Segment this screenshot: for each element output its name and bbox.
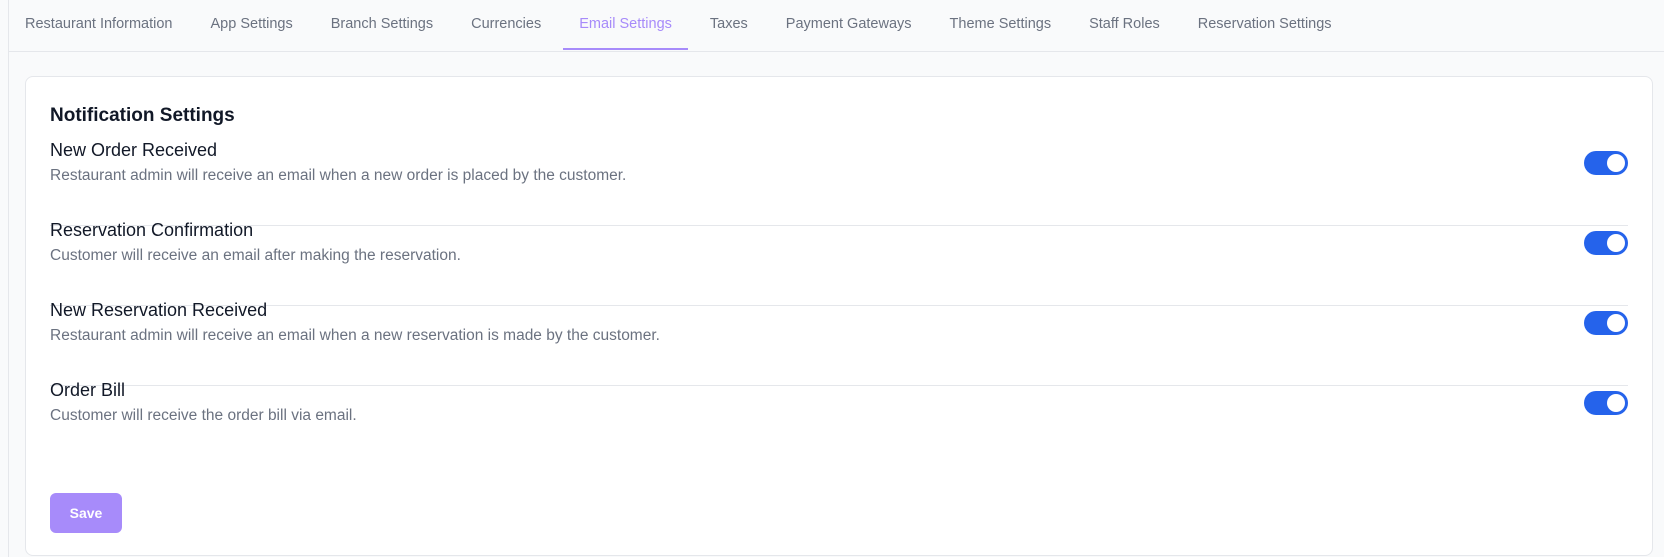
tab-reservation-settings[interactable]: Reservation Settings bbox=[1182, 0, 1348, 50]
setting-description: Customer will receive an email after mak… bbox=[50, 247, 461, 264]
toggle-knob bbox=[1607, 394, 1625, 412]
tab-restaurant-information[interactable]: Restaurant Information bbox=[9, 0, 189, 50]
setting-new-reservation-received: New Reservation Received Restaurant admi… bbox=[50, 300, 1628, 386]
tab-payment-gateways[interactable]: Payment Gateways bbox=[770, 0, 928, 50]
setting-description: Customer will receive the order bill via… bbox=[50, 407, 357, 424]
setting-title: Reservation Confirmation bbox=[50, 220, 254, 240]
new-order-received-toggle[interactable] bbox=[1584, 151, 1628, 175]
notification-settings-card: Notification Settings New Order Received… bbox=[25, 76, 1653, 556]
toggle-knob bbox=[1607, 154, 1625, 172]
tab-taxes[interactable]: Taxes bbox=[694, 0, 764, 50]
setting-description: Restaurant admin will receive an email w… bbox=[50, 167, 627, 184]
setting-title: New Reservation Received bbox=[50, 300, 268, 320]
toggle-knob bbox=[1607, 234, 1625, 252]
tab-staff-roles[interactable]: Staff Roles bbox=[1073, 0, 1176, 50]
setting-title: New Order Received bbox=[50, 140, 218, 160]
setting-title: Order Bill bbox=[50, 380, 126, 400]
setting-new-order-received: New Order Received Restaurant admin will… bbox=[50, 140, 1628, 226]
tab-email-settings[interactable]: Email Settings bbox=[563, 0, 688, 50]
tab-currencies[interactable]: Currencies bbox=[455, 0, 557, 50]
toggle-knob bbox=[1607, 314, 1625, 332]
reservation-confirmation-toggle[interactable] bbox=[1584, 231, 1628, 255]
setting-description: Restaurant admin will receive an email w… bbox=[50, 327, 660, 344]
tab-branch-settings[interactable]: Branch Settings bbox=[315, 0, 449, 50]
save-button[interactable]: Save bbox=[50, 493, 122, 533]
setting-reservation-confirmation: Reservation Confirmation Customer will r… bbox=[50, 220, 1628, 306]
setting-order-bill: Order Bill Customer will receive the ord… bbox=[50, 380, 1628, 465]
tab-app-settings[interactable]: App Settings bbox=[195, 0, 309, 50]
card-title: Notification Settings bbox=[50, 105, 235, 126]
order-bill-toggle[interactable] bbox=[1584, 391, 1628, 415]
tab-theme-settings[interactable]: Theme Settings bbox=[934, 0, 1068, 50]
left-border bbox=[8, 0, 9, 557]
settings-tabs: Restaurant Information App Settings Bran… bbox=[9, 0, 1664, 52]
new-reservation-received-toggle[interactable] bbox=[1584, 311, 1628, 335]
